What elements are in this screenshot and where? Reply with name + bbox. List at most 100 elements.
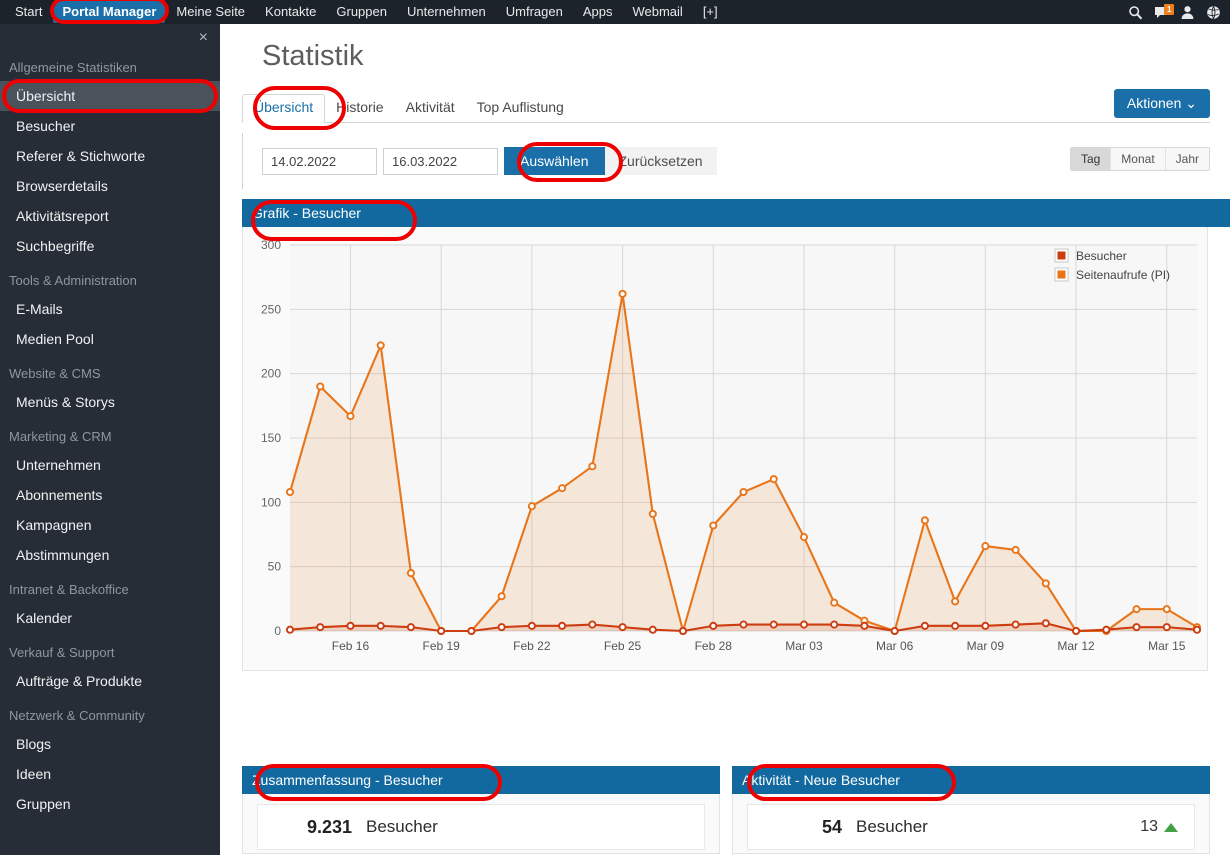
- summary-visitors-value: 9.231: [274, 817, 352, 838]
- svg-text:250: 250: [261, 302, 281, 316]
- tab-historie[interactable]: Historie: [325, 95, 394, 122]
- svg-text:Besucher: Besucher: [1076, 249, 1127, 263]
- stat-card: 54 Besucher 13: [747, 804, 1195, 850]
- sidebar-item-aktivit-tsreport[interactable]: Aktivitätsreport: [0, 201, 220, 231]
- sidebar-item-suchbegriffe[interactable]: Suchbegriffe: [0, 231, 220, 261]
- activity-panel: Aktivität - Neue Besucher 54 Besucher 13: [732, 766, 1210, 854]
- svg-text:200: 200: [261, 367, 281, 381]
- sidebar-item-auftr-ge-produkte[interactable]: Aufträge & Produkte: [0, 666, 220, 696]
- sidebar-content: Allgemeine StatistikenÜbersichtBesucherR…: [0, 24, 220, 819]
- topnav-item-[interactable]: [+]: [694, 1, 727, 23]
- topnav-item-webmail[interactable]: Webmail: [623, 1, 691, 23]
- stat-card: 9.231 Besucher: [257, 804, 705, 850]
- tab-top-auflistung[interactable]: Top Auflistung: [466, 95, 575, 122]
- sidebar-group-title: Website & CMS: [0, 360, 220, 387]
- topnav-item-gruppen[interactable]: Gruppen: [327, 1, 396, 23]
- sidebar-item-besucher[interactable]: Besucher: [0, 111, 220, 141]
- auswaehlen-button[interactable]: Auswählen: [504, 147, 605, 175]
- sidebar-group-title: Verkauf & Support: [0, 639, 220, 666]
- topnav-item-portal-manager[interactable]: Portal Manager: [53, 1, 165, 23]
- sidebar-item-kampagnen[interactable]: Kampagnen: [0, 510, 220, 540]
- granularity-jahr[interactable]: Jahr: [1166, 148, 1209, 170]
- granularity-toggle: TagMonatJahr: [1070, 147, 1210, 171]
- granularity-tag[interactable]: Tag: [1071, 148, 1111, 170]
- granularity-monat[interactable]: Monat: [1111, 148, 1165, 170]
- sidebar-item-e-mails[interactable]: E-Mails: [0, 294, 220, 324]
- svg-text:Mar 12: Mar 12: [1057, 639, 1095, 653]
- topnav-item-apps[interactable]: Apps: [574, 1, 622, 23]
- zuruecksetzen-button[interactable]: Zurücksetzen: [605, 147, 717, 175]
- sidebar-group-title: Tools & Administration: [0, 267, 220, 294]
- svg-text:Mar 06: Mar 06: [876, 639, 914, 653]
- svg-text:Mar 03: Mar 03: [785, 639, 823, 653]
- sidebar-item-abstimmungen[interactable]: Abstimmungen: [0, 540, 220, 570]
- svg-text:Feb 28: Feb 28: [695, 639, 733, 653]
- chart-panel-header: Grafik - Besucher: [242, 199, 1230, 227]
- messages-icon[interactable]: 1: [1154, 5, 1169, 20]
- top-nav-items: StartPortal ManagerMeine SeiteKontakteGr…: [6, 1, 729, 23]
- svg-text:300: 300: [261, 238, 281, 252]
- top-bar-icon-group: 1: [1128, 5, 1230, 20]
- main-content: Statistik ÜbersichtHistorieAktivitätTop …: [220, 24, 1230, 855]
- svg-text:Mar 09: Mar 09: [967, 639, 1005, 653]
- activity-visitors-label: Besucher: [856, 817, 928, 837]
- topnav-item-umfragen[interactable]: Umfragen: [497, 1, 572, 23]
- topnav-item-start[interactable]: Start: [6, 1, 51, 23]
- svg-text:Feb 19: Feb 19: [422, 639, 460, 653]
- search-icon[interactable]: [1128, 5, 1143, 20]
- zusammenfassung-panel-header: Zusammenfassung - Besucher: [242, 766, 720, 794]
- globe-icon[interactable]: [1206, 5, 1221, 20]
- svg-text:Seitenaufrufe (PI): Seitenaufrufe (PI): [1076, 268, 1170, 282]
- filter-bar: Auswählen Zurücksetzen TagMonatJahr: [242, 133, 1210, 189]
- aktionen-button[interactable]: Aktionen ⌄: [1114, 89, 1210, 118]
- chart-body: 050100150200250300Feb 16Feb 19Feb 22Feb …: [242, 227, 1208, 671]
- sidebar-item-ideen[interactable]: Ideen: [0, 759, 220, 789]
- svg-text:Feb 25: Feb 25: [604, 639, 642, 653]
- sidebar-item-abonnements[interactable]: Abonnements: [0, 480, 220, 510]
- user-icon[interactable]: [1180, 5, 1195, 20]
- tabs-holder: ÜbersichtHistorieAktivitätTop Auflistung: [242, 94, 575, 122]
- sidebar-item-browserdetails[interactable]: Browserdetails: [0, 171, 220, 201]
- top-navigation-bar: StartPortal ManagerMeine SeiteKontakteGr…: [0, 0, 1230, 24]
- summary-visitors-label: Besucher: [366, 817, 438, 837]
- aktivitaet-panel-body: 54 Besucher 13: [732, 794, 1210, 854]
- zusammenfassung-panel-body: 9.231 Besucher: [242, 794, 720, 854]
- tab-bersicht[interactable]: Übersicht: [242, 94, 325, 123]
- activity-visitors-value: 54: [764, 817, 842, 838]
- sidebar-group-title: Netzwerk & Community: [0, 702, 220, 729]
- message-count-badge: 1: [1164, 4, 1174, 15]
- sidebar-item-unternehmen[interactable]: Unternehmen: [0, 450, 220, 480]
- svg-text:100: 100: [261, 495, 281, 509]
- date-to-input[interactable]: [383, 148, 498, 175]
- tab-aktivit-t[interactable]: Aktivität: [395, 95, 466, 122]
- activity-delta-value: 13: [1140, 818, 1158, 836]
- sidebar-item-bersicht[interactable]: Übersicht: [0, 81, 220, 111]
- sidebar-item-men-s-storys[interactable]: Menüs & Storys: [0, 387, 220, 417]
- topnav-item-unternehmen[interactable]: Unternehmen: [398, 1, 495, 23]
- tab-bar: ÜbersichtHistorieAktivitätTop Auflistung…: [242, 93, 1210, 123]
- sidebar-item-medien-pool[interactable]: Medien Pool: [0, 324, 220, 354]
- topnav-item-kontakte[interactable]: Kontakte: [256, 1, 325, 23]
- svg-text:50: 50: [268, 560, 282, 574]
- svg-text:Mar 15: Mar 15: [1148, 639, 1186, 653]
- topnav-item-meine-seite[interactable]: Meine Seite: [167, 1, 254, 23]
- svg-text:Feb 22: Feb 22: [513, 639, 551, 653]
- svg-text:150: 150: [261, 431, 281, 445]
- sidebar-item-blogs[interactable]: Blogs: [0, 729, 220, 759]
- summary-panel: Zusammenfassung - Besucher 9.231 Besuche…: [242, 766, 720, 854]
- page-title: Statistik: [220, 24, 1230, 73]
- sidebar: × Allgemeine StatistikenÜbersichtBesuche…: [0, 24, 220, 855]
- visitors-line-chart: 050100150200250300Feb 16Feb 19Feb 22Feb …: [243, 227, 1209, 671]
- sidebar-close-icon[interactable]: ×: [199, 30, 208, 46]
- aktivitaet-panel-header: Aktivität - Neue Besucher: [732, 766, 1210, 794]
- activity-delta: 13: [1140, 818, 1178, 836]
- chart-panel: Grafik - Besucher 050100150200250300Feb …: [242, 199, 1230, 671]
- sidebar-group-title: Intranet & Backoffice: [0, 576, 220, 603]
- date-from-input[interactable]: [262, 148, 377, 175]
- bottom-panels-row: Zusammenfassung - Besucher 9.231 Besuche…: [242, 766, 1228, 854]
- svg-text:Feb 16: Feb 16: [332, 639, 370, 653]
- sidebar-item-gruppen[interactable]: Gruppen: [0, 789, 220, 819]
- sidebar-item-referer-stichworte[interactable]: Referer & Stichworte: [0, 141, 220, 171]
- sidebar-group-title: Marketing & CRM: [0, 423, 220, 450]
- sidebar-item-kalender[interactable]: Kalender: [0, 603, 220, 633]
